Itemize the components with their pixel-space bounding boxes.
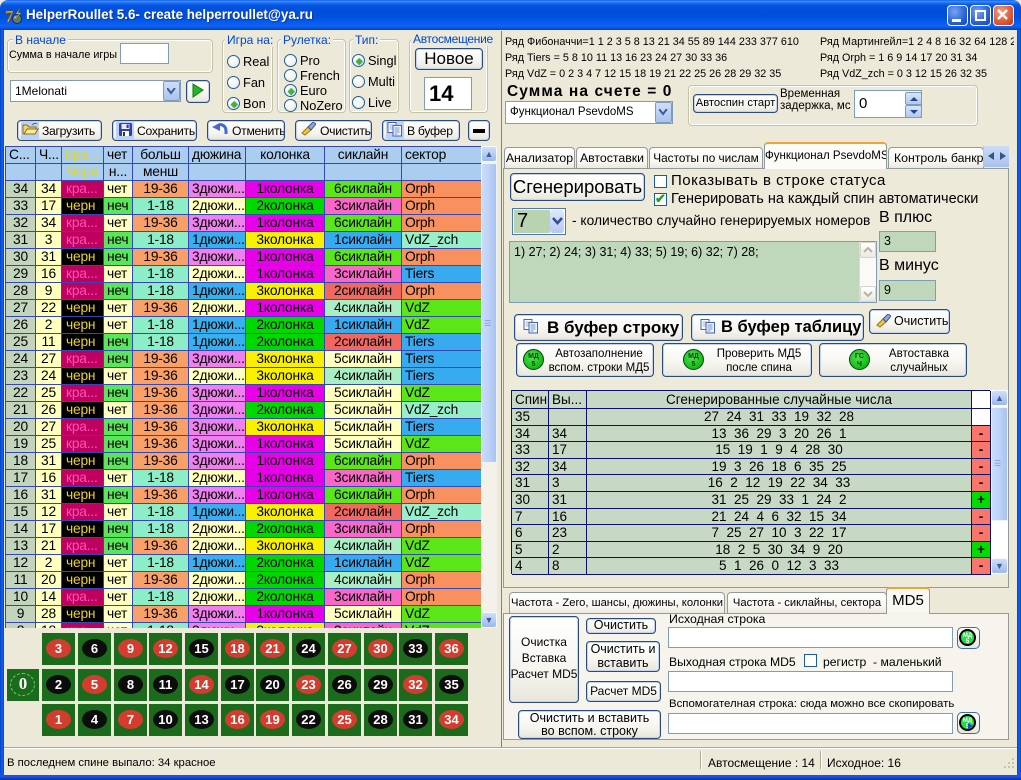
- svg-text:7: 7: [5, 7, 14, 25]
